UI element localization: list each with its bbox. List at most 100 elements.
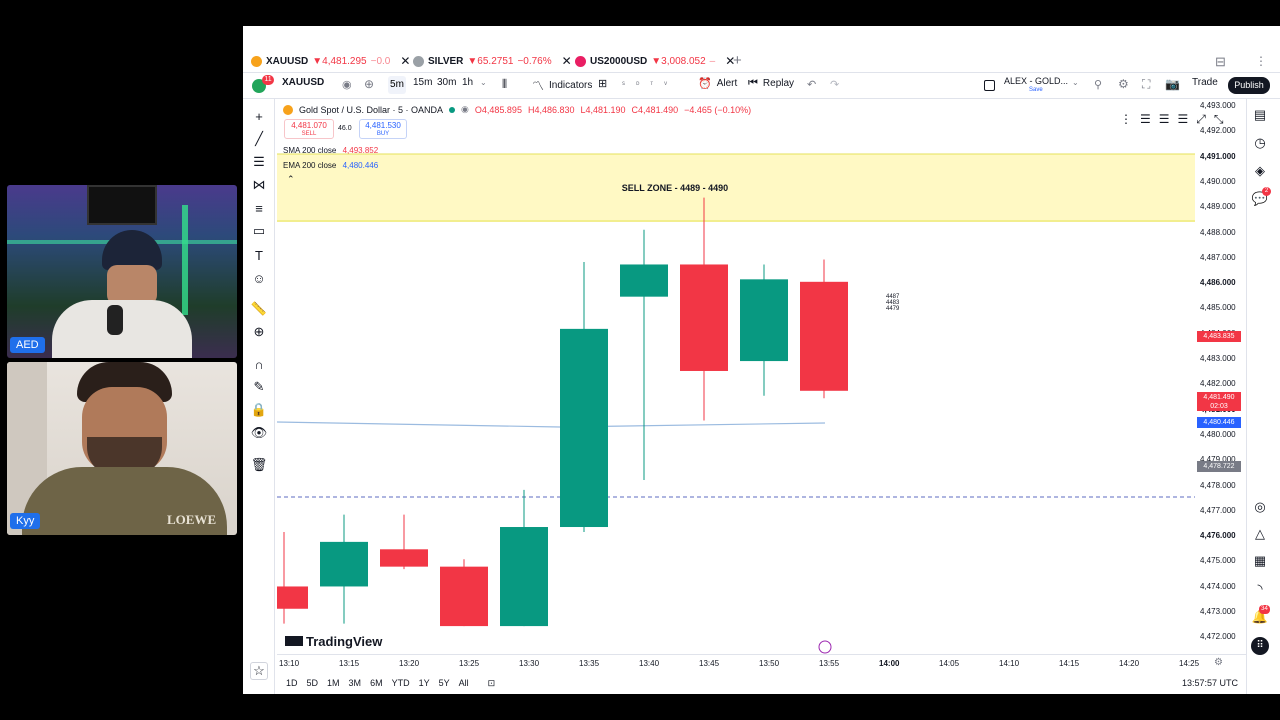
pencil-lock-icon[interactable]: ✎ xyxy=(250,378,268,396)
utc-clock[interactable]: 13:57:57 UTC xyxy=(1182,678,1238,688)
toolbar-small-icons[interactable]: ꜱᴅᴛᴠ xyxy=(622,80,678,87)
price-axis-label: 4,490.000 xyxy=(1200,176,1236,186)
tab-silver[interactable]: SILVER ▼65.2751 −0.76% ✕ xyxy=(413,52,572,70)
watchlist-icon[interactable]: ▤ xyxy=(1251,106,1269,124)
crosshair-icon[interactable]: + xyxy=(250,107,268,125)
lock-icon[interactable]: 🔒 xyxy=(250,401,268,419)
candle-body[interactable] xyxy=(680,264,728,371)
candle-body[interactable] xyxy=(740,279,788,362)
fib-icon[interactable]: ≡ xyxy=(250,199,268,217)
replay-button[interactable]: ⏮ Replay xyxy=(748,77,794,90)
settings-icon[interactable]: ⚙ xyxy=(1118,77,1129,91)
interval-5m[interactable]: 5m xyxy=(388,76,406,94)
ideas-icon[interactable]: △ xyxy=(1251,525,1269,543)
compare-icon[interactable]: ⊕ xyxy=(364,77,374,91)
webcam-aed xyxy=(7,185,237,358)
publish-button[interactable]: Publish xyxy=(1228,77,1270,94)
layout-name[interactable]: ALEX - GOLD... Save xyxy=(1004,77,1068,95)
camera-icon[interactable]: 📷 xyxy=(1165,77,1180,91)
candle-body[interactable] xyxy=(277,586,308,609)
alert-label: Alert xyxy=(716,78,738,89)
chart-object-icons[interactable]: ⋮☰☰☰⤢⤡ xyxy=(1120,112,1231,127)
layout-icon[interactable]: ⊟ xyxy=(1215,54,1226,70)
fullscreen-icon[interactable]: ⛶ xyxy=(1142,77,1150,92)
eye-icon[interactable]: 👁 xyxy=(250,424,268,442)
time-axis-label: 13:15 xyxy=(339,659,360,668)
time-axis-label: 14:05 xyxy=(939,659,960,668)
interval-15m[interactable]: 15m xyxy=(413,77,432,88)
horizontal-lines-icon[interactable]: ☰ xyxy=(250,153,268,171)
chevron-down-icon[interactable]: ⌄ xyxy=(480,78,487,87)
candle-type-icon[interactable]: ⫴ xyxy=(502,77,507,92)
more-icon[interactable]: ⋮ xyxy=(1255,54,1267,68)
price-axis-label: 4,476.000 xyxy=(1200,531,1236,541)
range-5d[interactable]: 5D xyxy=(307,678,319,689)
alert-button[interactable]: ⏰ Alert xyxy=(698,77,737,90)
ruler-icon[interactable]: 📏 xyxy=(250,300,268,318)
candle-body[interactable] xyxy=(320,541,368,587)
candle-body[interactable] xyxy=(560,328,608,528)
layers-icon[interactable]: ◈ xyxy=(1251,162,1269,180)
sma-legend[interactable]: SMA 200 close 4,493.852 xyxy=(283,146,378,155)
zoom-in-icon[interactable]: ⊕ xyxy=(250,323,268,341)
undo-icon[interactable]: ↶ xyxy=(807,78,816,91)
sell-button[interactable]: 4,481.070 SELL xyxy=(284,119,334,139)
range-1y[interactable]: 1Y xyxy=(419,678,430,689)
add-tab-icon[interactable]: + xyxy=(733,52,742,69)
indicators-button[interactable]: 〽 Indicators xyxy=(532,77,592,94)
rectangle-icon[interactable]: ▭ xyxy=(250,222,268,240)
tab-us2000usd[interactable]: US2000USD ▼3,008.052 – ✕ xyxy=(575,52,735,70)
range-1d[interactable]: 1D xyxy=(286,678,298,689)
candle-body[interactable] xyxy=(440,566,488,627)
price-chart[interactable]: SELL ZONE - 4489 - 4490 4487 4483 4479 T… xyxy=(277,99,1195,654)
legend-title[interactable]: Gold Spot / U.S. Dollar · 5 · OANDA xyxy=(299,105,443,115)
templates-icon[interactable]: ⊞ xyxy=(598,77,607,90)
eye-icon[interactable]: ◉ xyxy=(461,104,469,115)
layout-checkbox[interactable] xyxy=(984,80,995,91)
candle-body[interactable] xyxy=(500,527,548,627)
interval-30m[interactable]: 30m xyxy=(437,77,456,88)
date-range-icon[interactable]: ⊡ xyxy=(488,678,496,689)
range-ytd[interactable]: YTD xyxy=(392,678,410,689)
emoji-icon[interactable]: ☺ xyxy=(250,269,268,287)
search-icon[interactable]: ⚲ xyxy=(1094,78,1102,91)
magnet-icon[interactable]: ∩ xyxy=(250,355,268,373)
symbol-search[interactable]: XAUUSD xyxy=(282,77,324,88)
trendline-icon[interactable]: ╱ xyxy=(250,130,268,148)
candle-body[interactable] xyxy=(380,549,428,567)
time-axis-label: 13:10 xyxy=(279,659,300,668)
eye-icon[interactable]: ◉ xyxy=(342,78,352,91)
close-tab-icon[interactable]: ✕ xyxy=(400,54,410,68)
trash-icon[interactable]: 🗑 xyxy=(250,456,268,474)
current-price: 4,481.490 xyxy=(1203,394,1235,401)
time-axis-settings-icon[interactable]: ⚙ xyxy=(1214,657,1223,668)
redo-icon[interactable]: ↷ xyxy=(830,78,839,91)
buy-button[interactable]: 4,481.530 BUY xyxy=(359,119,407,139)
interval-1h[interactable]: 1h xyxy=(462,77,473,88)
candle-body[interactable] xyxy=(620,264,668,297)
star-icon[interactable]: ☆ xyxy=(250,662,268,680)
range-5y[interactable]: 5Y xyxy=(439,678,450,689)
sell-zone-label: SELL ZONE - 4489 - 4490 xyxy=(622,183,728,193)
range-3m[interactable]: 3M xyxy=(349,678,362,689)
collapse-legend-icon[interactable]: ⌃ xyxy=(287,174,295,185)
sma-label: SMA 200 close xyxy=(283,146,337,155)
calendar-icon[interactable]: ▦ xyxy=(1251,552,1269,570)
trade-button[interactable]: Trade xyxy=(1192,77,1218,88)
range-6m[interactable]: 6M xyxy=(370,678,383,689)
range-all[interactable]: All xyxy=(459,678,469,689)
tab-xauusd[interactable]: XAUUSD ▼4,481.295 −0.0 ✕ xyxy=(251,52,410,70)
text-icon[interactable]: T xyxy=(250,246,268,264)
alerts-clock-icon[interactable]: ◷ xyxy=(1251,134,1269,152)
ema-legend[interactable]: EMA 200 close 4,480.446 xyxy=(283,161,378,170)
range-1m[interactable]: 1M xyxy=(327,678,340,689)
price-axis-label: 4,492.000 xyxy=(1200,126,1236,136)
close-tab-icon[interactable]: ✕ xyxy=(562,54,572,68)
candle-body[interactable] xyxy=(800,281,848,391)
target-icon[interactable]: ◎ xyxy=(1251,498,1269,516)
pattern-icon[interactable]: ⋈ xyxy=(250,176,268,194)
chevron-down-icon[interactable]: ⌄ xyxy=(1072,78,1079,87)
apps-icon[interactable]: ⠿ xyxy=(1251,637,1269,655)
replay-marker-icon[interactable] xyxy=(818,640,832,654)
stream-icon[interactable]: ◝ xyxy=(1251,580,1269,598)
